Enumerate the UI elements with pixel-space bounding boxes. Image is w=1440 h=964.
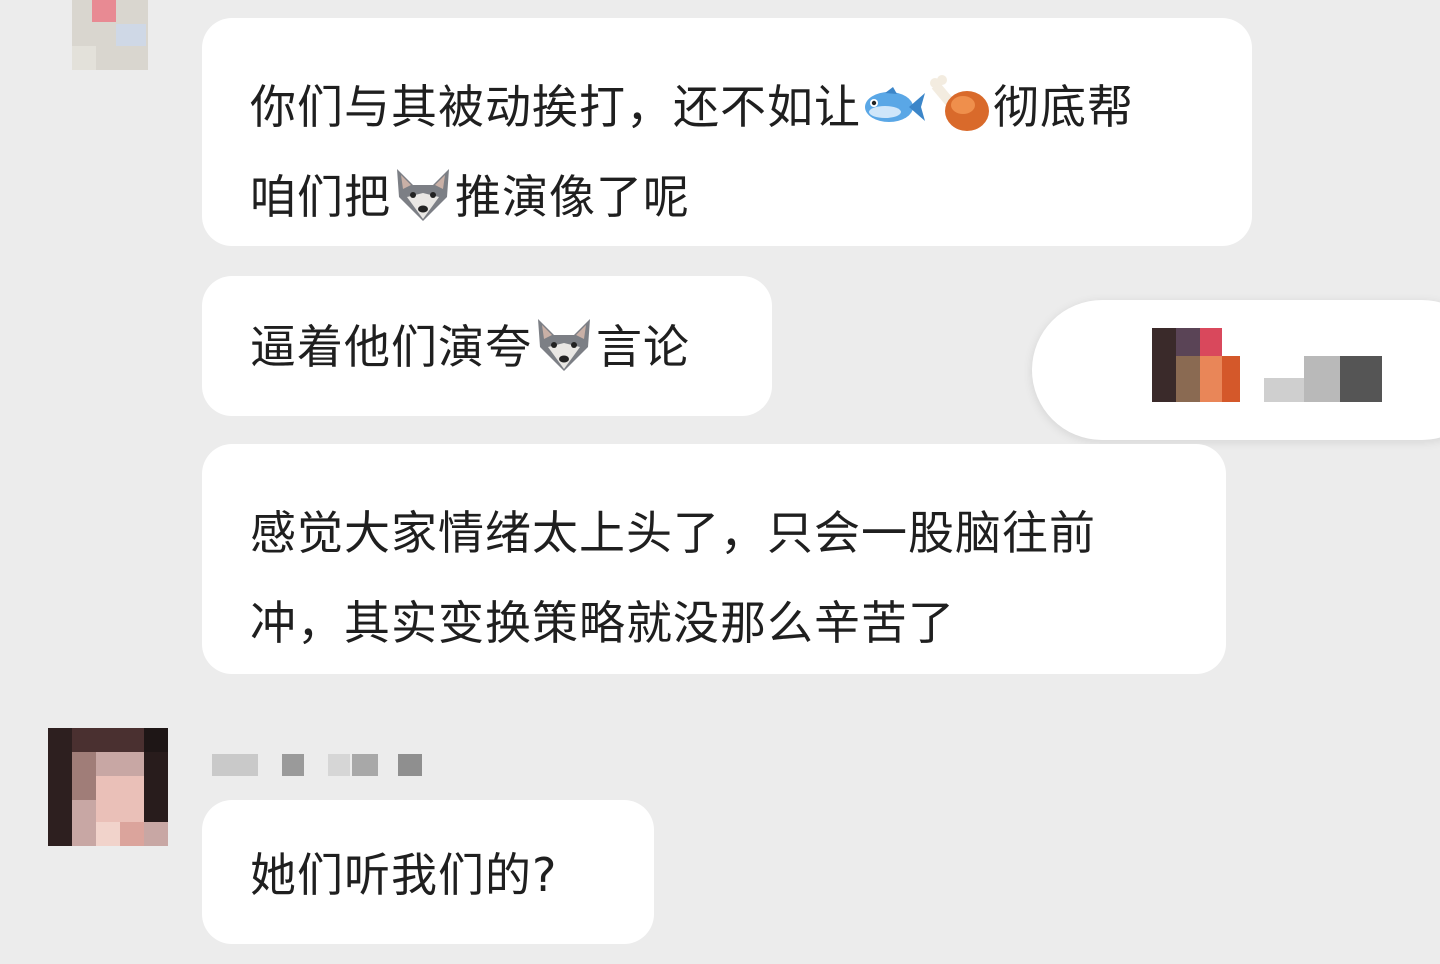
message-text: 咱们把 <box>250 170 391 224</box>
redacted-avatar <box>1152 328 1176 402</box>
sender-name-redacted <box>212 754 422 776</box>
message-line: 你们与其被动挨打，还不如让 彻底帮 <box>250 62 1204 152</box>
redacted-text <box>1264 378 1304 402</box>
sender-avatar-top[interactable] <box>72 0 148 70</box>
message-text: 你们与其被动挨打，还不如让 <box>250 80 861 134</box>
message-text: 她们听我们的? <box>250 848 558 902</box>
sender-avatar[interactable] <box>48 728 168 846</box>
message-bubble[interactable]: 逼着他们演夸 言论 <box>202 276 772 416</box>
fish-emoji-icon <box>861 81 927 129</box>
message-text: 彻底帮 <box>993 80 1134 134</box>
message-text: 言论 <box>596 320 690 374</box>
wolf-face-emoji-icon <box>391 167 455 223</box>
chat-message-list: 你们与其被动挨打，还不如让 彻底帮 咱们把 推演像了呢 逼着他们演夸 言论 感觉大家情… <box>0 0 1440 964</box>
message-bubble[interactable]: 她们听我们的? <box>202 800 654 944</box>
message-bubble[interactable]: 你们与其被动挨打，还不如让 彻底帮 咱们把 推演像了呢 <box>202 18 1252 246</box>
wolf-face-emoji-icon <box>532 317 596 373</box>
message-line: 咱们把 推演像了呢 <box>250 152 1204 242</box>
floating-redacted-card[interactable] <box>1032 300 1440 440</box>
message-text: 推演像了呢 <box>455 170 690 224</box>
message-text: 感觉大家情绪太上头了，只会一股脑往前 <box>250 506 1096 560</box>
message-text: 逼着他们演夸 <box>250 320 532 374</box>
message-line: 逼着他们演夸 言论 <box>250 302 724 392</box>
message-line: 冲，其实变换策略就没那么辛苦了 <box>250 578 1178 668</box>
message-bubble[interactable]: 感觉大家情绪太上头了，只会一股脑往前 冲，其实变换策略就没那么辛苦了 <box>202 444 1226 674</box>
poultry-leg-emoji-icon <box>927 74 993 135</box>
message-text: 冲，其实变换策略就没那么辛苦了 <box>250 596 955 650</box>
message-line: 感觉大家情绪太上头了，只会一股脑往前 <box>250 488 1178 578</box>
message-line: 她们听我们的? <box>250 830 606 920</box>
